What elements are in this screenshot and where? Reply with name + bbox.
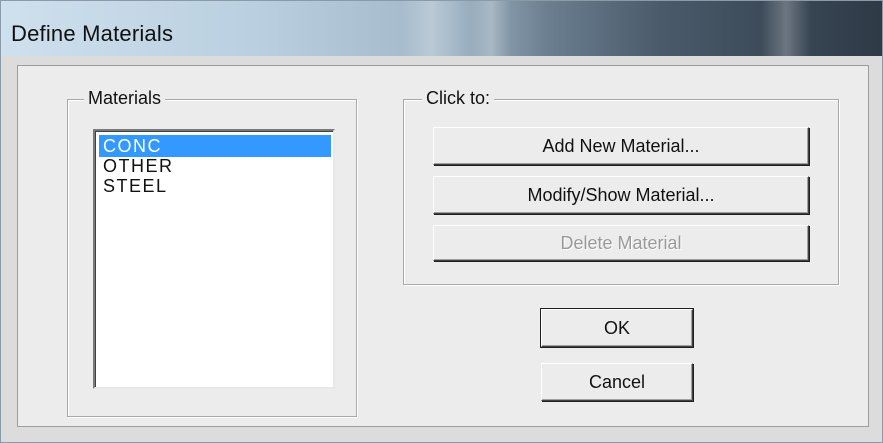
modify-show-material-label: Modify/Show Material... [527, 185, 715, 205]
title-bar-glass-streak [401, 1, 461, 56]
cancel-label: Cancel [588, 372, 646, 392]
add-new-material-label: Add New Material... [542, 136, 700, 156]
material-list-item-steel[interactable]: STEEL [99, 175, 168, 197]
title-bar-glass-streak [761, 1, 811, 56]
ok-button[interactable]: OK [540, 308, 694, 348]
title-bar[interactable]: Define Materials [1, 1, 882, 56]
delete-material-button[interactable]: Delete Material [433, 225, 809, 261]
actions-group-caption: Click to: [422, 87, 495, 109]
cancel-button[interactable]: Cancel [541, 363, 693, 401]
add-new-material-button[interactable]: Add New Material... [433, 127, 809, 165]
modify-show-material-button[interactable]: Modify/Show Material... [433, 176, 809, 214]
title-bar-glass-streak [471, 1, 511, 56]
define-materials-dialog: Define Materials Materials CONC OTHER ST… [0, 0, 883, 443]
material-list-item-conc[interactable]: CONC [99, 135, 331, 157]
material-list-item-other[interactable]: OTHER [99, 155, 174, 177]
materials-listbox[interactable]: CONC OTHER STEEL [93, 129, 335, 389]
ok-label: OK [603, 318, 630, 338]
materials-group-caption: Materials [84, 87, 166, 109]
delete-material-label: Delete Material [560, 233, 682, 253]
dialog-title: Define Materials [11, 21, 174, 46]
